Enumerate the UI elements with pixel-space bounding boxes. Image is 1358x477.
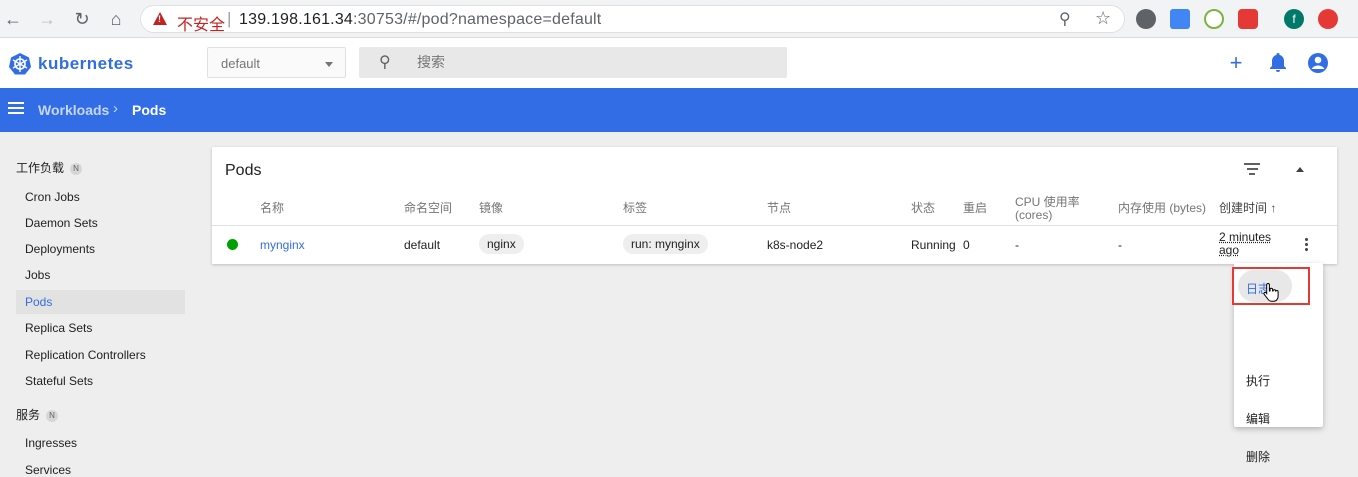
back-icon[interactable]: ← [2, 8, 24, 30]
pod-node: k8s-node2 [767, 238, 824, 252]
card-title: Pods [225, 162, 262, 179]
sidebar-item-replica-sets[interactable]: Replica Sets [16, 316, 185, 340]
column-header-memory[interactable]: 内存使用 (bytes) [1118, 202, 1206, 215]
chevron-down-icon [325, 62, 333, 67]
insecure-label: 不安全 [177, 17, 226, 34]
url-host: 139.198.161.34 [239, 11, 354, 28]
profile-avatar[interactable]: f [1284, 9, 1304, 29]
app-logo-text[interactable]: kubernetes [38, 54, 134, 74]
search-box[interactable]: ⚲ [359, 47, 787, 78]
breadcrumb-toolbar: Workloads › Pods [0, 88, 1358, 132]
menu-item-exec[interactable]: 执行 [1246, 372, 1270, 389]
sidebar-item-services[interactable]: Services [16, 458, 185, 477]
row-divider [212, 225, 1337, 226]
namespace-select[interactable]: default [207, 47, 346, 78]
namespaced-badge: N [46, 410, 59, 422]
url-text: 139.198.161.34:30753/#/pod?namespace=def… [239, 11, 601, 29]
running-status-icon [227, 239, 238, 250]
more-actions-icon[interactable] [1305, 238, 1309, 252]
bookmark-star-icon[interactable]: ☆ [1095, 8, 1111, 29]
sidebar-item-deployments[interactable]: Deployments [16, 237, 185, 261]
sidebar-section-label: 工作负载 [16, 161, 65, 175]
sidebar-item-jobs[interactable]: Jobs [16, 263, 185, 287]
pod-name-link[interactable]: mynginx [260, 238, 305, 252]
pod-created: 2 minutes ago [1219, 231, 1271, 257]
sidebar-item-pods[interactable]: Pods [16, 290, 185, 314]
sidebar: 工作负载 N Cron Jobs Daemon Sets Deployments … [0, 132, 196, 477]
created-header-label: 创建时间 [1219, 201, 1268, 215]
created-line2: ago [1219, 243, 1240, 257]
sidebar-item-replication-controllers[interactable]: Replication Controllers [16, 343, 185, 367]
sidebar-section-workloads[interactable]: 工作负载 N [16, 159, 83, 176]
hamburger-menu-icon[interactable] [8, 102, 24, 114]
column-header-created[interactable]: 创建时间 ↑ [1219, 202, 1276, 215]
app-header: kubernetes default ⚲ + [0, 38, 1358, 88]
column-header-status[interactable]: 状态 [911, 202, 935, 215]
url-separator: | [227, 9, 232, 28]
created-line1: 2 minutes [1219, 230, 1272, 244]
image-chip: nginx [479, 234, 524, 254]
browser-menu-icon[interactable] [1318, 9, 1338, 29]
chevron-right-icon: › [113, 100, 118, 117]
menu-item-delete[interactable]: 删除 [1246, 448, 1270, 465]
filter-icon[interactable] [1244, 163, 1260, 175]
column-header-restarts[interactable]: 重启 [963, 202, 987, 215]
kubernetes-logo-icon [9, 53, 31, 75]
pod-cpu: - [1015, 238, 1019, 252]
extension-red-icon[interactable] [1238, 9, 1258, 29]
sidebar-item-stateful-sets[interactable]: Stateful Sets [16, 369, 185, 393]
extension-icon[interactable] [1136, 9, 1156, 29]
reload-icon[interactable]: ↻ [71, 8, 93, 30]
column-header-labels[interactable]: 标签 [623, 202, 647, 215]
column-header-cpu[interactable]: CPU 使用率 (cores) [1015, 196, 1080, 222]
column-header-namespace[interactable]: 命名空间 [404, 202, 452, 215]
collapse-icon[interactable] [1296, 167, 1304, 172]
account-icon[interactable] [1306, 51, 1330, 75]
namespaced-badge: N [70, 163, 83, 175]
namespace-value: default [221, 56, 261, 71]
pod-memory: - [1118, 238, 1122, 252]
pod-namespace: default [404, 238, 441, 252]
column-header-node[interactable]: 节点 [767, 202, 791, 215]
menu-item-edit[interactable]: 编辑 [1246, 410, 1270, 427]
sort-arrow-up-icon: ↑ [1270, 201, 1277, 215]
browser-toolbar: ← → ↻ ⌂ 不安全 | 139.198.161.34:30753/#/pod… [0, 0, 1358, 38]
home-icon[interactable]: ⌂ [105, 8, 127, 30]
pods-card: Pods 名称 命名空间 镜像 标签 节点 状态 重启 CPU 使用率 (core… [212, 147, 1337, 264]
cpu-header-line1: CPU 使用率 [1015, 195, 1080, 209]
search-input[interactable] [417, 52, 767, 72]
hand-cursor-icon [1263, 282, 1279, 302]
create-plus-icon[interactable]: + [1224, 51, 1248, 75]
search-icon: ⚲ [379, 54, 391, 71]
breadcrumb-workloads[interactable]: Workloads [38, 102, 109, 118]
address-bar[interactable]: 不安全 | 139.198.161.34:30753/#/pod?namespa… [140, 5, 1125, 34]
warning-icon [153, 12, 167, 25]
forward-icon[interactable]: → [36, 8, 58, 30]
column-header-name[interactable]: 名称 [260, 202, 284, 215]
url-path: :30753/#/pod?namespace=default [353, 11, 602, 28]
column-header-image[interactable]: 镜像 [479, 202, 503, 215]
pod-status: Running [911, 238, 956, 252]
sidebar-item-ingresses[interactable]: Ingresses [16, 431, 185, 455]
sidebar-section-services[interactable]: 服务 N [16, 406, 59, 423]
label-chip: run: mynginx [623, 234, 708, 254]
zoom-icon[interactable]: ⚲ [1059, 9, 1071, 29]
breadcrumb-pods: Pods [132, 102, 167, 118]
translate-icon[interactable] [1170, 9, 1190, 29]
sidebar-section-label: 服务 [16, 408, 41, 422]
cpu-header-line2: (cores) [1015, 208, 1053, 222]
sidebar-item-daemon-sets[interactable]: Daemon Sets [16, 211, 185, 235]
pod-restarts: 0 [963, 238, 970, 252]
extension-apple-icon[interactable] [1204, 9, 1224, 29]
notifications-bell-icon[interactable] [1266, 51, 1290, 75]
sidebar-item-cron-jobs[interactable]: Cron Jobs [16, 185, 185, 209]
